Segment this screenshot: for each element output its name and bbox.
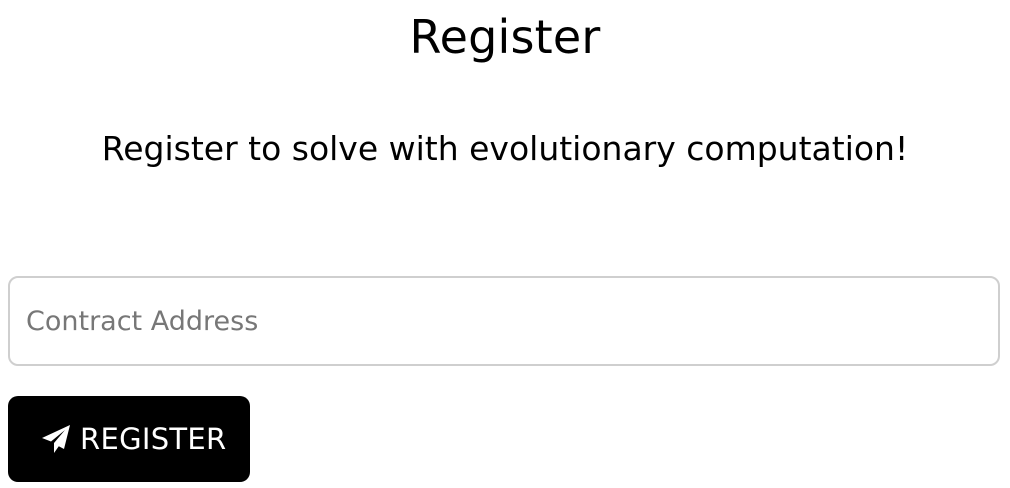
register-button-label: REGISTER — [80, 422, 227, 456]
paper-plane-icon — [40, 423, 72, 455]
register-button[interactable]: REGISTER — [8, 396, 250, 482]
page-title: Register — [409, 10, 601, 64]
contract-address-input[interactable] — [8, 276, 1000, 366]
page-subtitle: Register to solve with evolutionary comp… — [101, 129, 909, 168]
register-page: Register Register to solve with evolutio… — [0, 0, 1010, 488]
